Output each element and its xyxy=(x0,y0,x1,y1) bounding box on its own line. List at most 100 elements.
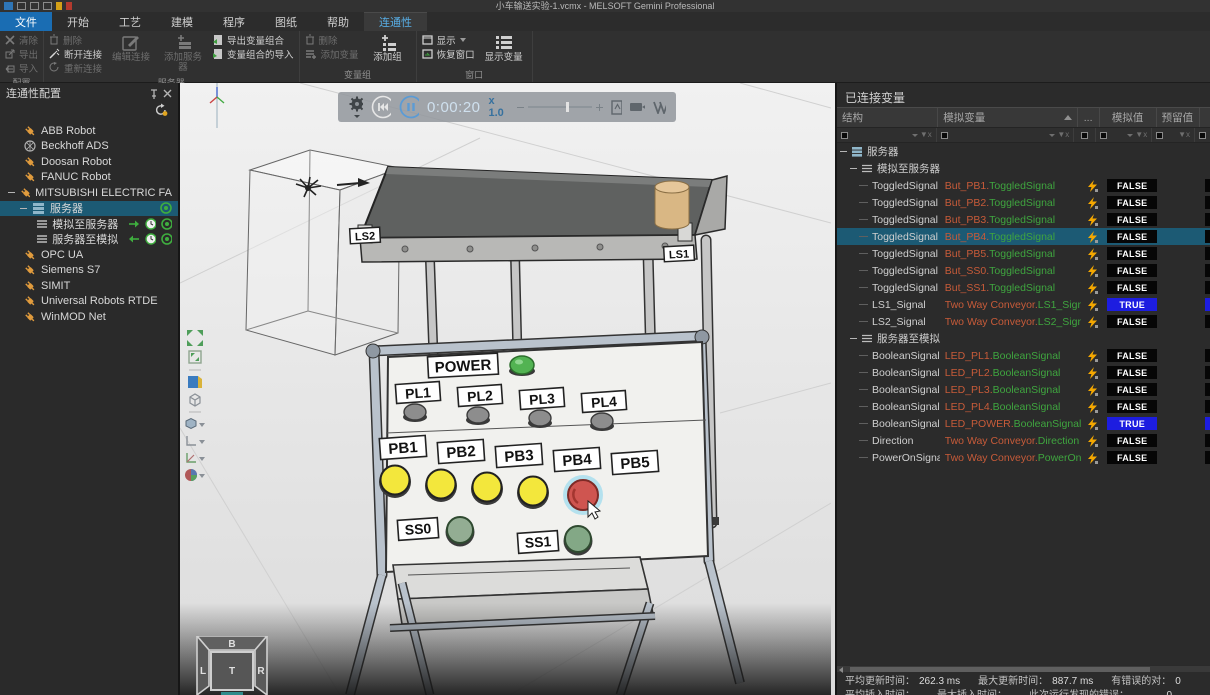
tree-item-server[interactable]: 服务器 xyxy=(0,201,178,217)
collapse-icon[interactable] xyxy=(20,205,27,212)
variable-row[interactable]: PowerOnSignal Two Way Conveyor.PowerOnSi… xyxy=(837,449,1210,466)
import-variable-group-button[interactable]: 变量组合的导入 xyxy=(212,47,294,60)
tree-item-universal-robots-rtde[interactable]: Universal Robots RTDE xyxy=(0,294,178,310)
export-pdf-icon[interactable] xyxy=(611,100,622,115)
restore-window-button[interactable]: 恢复窗口 xyxy=(422,47,475,60)
variable-row[interactable]: ToggledSignal But_SS1.ToggledSignal FALS… xyxy=(837,279,1210,296)
collapse-icon[interactable] xyxy=(850,165,857,172)
collapse-icon[interactable] xyxy=(840,148,847,155)
close-icon[interactable] xyxy=(163,89,172,98)
tab-drawing[interactable]: 图纸 xyxy=(260,12,312,31)
zoom-selected-icon[interactable] xyxy=(187,349,203,365)
export-variable-group-button[interactable]: 导出变量组合 xyxy=(212,33,294,46)
variable-row[interactable]: BooleanSignal LED_PL4.BooleanSignal FALS… xyxy=(837,398,1210,415)
speed-slider-thumb[interactable] xyxy=(566,102,569,112)
filter-dropdown-icon[interactable] xyxy=(1049,134,1055,137)
variable-row[interactable]: Direction Two Way Conveyor.Direction FAL… xyxy=(837,432,1210,449)
server-delete-button[interactable]: 删除 xyxy=(49,33,102,46)
add-group-button[interactable]: 添加组 xyxy=(365,33,411,63)
3d-viewport[interactable]: LS2 LS1 xyxy=(180,83,835,695)
vargroup-delete-button[interactable]: 删除 xyxy=(305,33,359,46)
frame-axis-icon[interactable] xyxy=(184,434,206,448)
variable-row[interactable]: ToggledSignal But_SS0.ToggledSignal FALS… xyxy=(837,262,1210,279)
zoom-fit-icon[interactable] xyxy=(187,330,203,346)
speed-increase-icon[interactable] xyxy=(596,104,603,111)
column-more[interactable]: ... xyxy=(1078,108,1100,127)
tab-process[interactable]: 工艺 xyxy=(104,12,156,31)
reconnect-button[interactable]: 重新连接 xyxy=(49,61,102,74)
tree-item-server-to-sim[interactable]: 服务器至模拟 xyxy=(0,232,178,248)
wireframe-cube-icon[interactable] xyxy=(187,392,203,407)
filter-clear-icon[interactable]: ▼x xyxy=(1178,131,1190,139)
display-button[interactable]: 显示 xyxy=(422,33,475,46)
variable-row[interactable]: ToggledSignal But_PB2.ToggledSignal FALS… xyxy=(837,194,1210,211)
filter-dropdown-icon[interactable] xyxy=(912,134,918,137)
column-structure[interactable]: 结构 xyxy=(837,108,938,127)
variable-row[interactable]: BooleanSignal LED_PL3.BooleanSignal FALS… xyxy=(837,381,1210,398)
tab-program[interactable]: 程序 xyxy=(208,12,260,31)
group-row-server-to-sim[interactable]: 服务器至模拟 xyxy=(837,330,1210,347)
refresh-icon[interactable] xyxy=(154,103,168,117)
filter-sim-value[interactable]: ▼x xyxy=(1096,128,1152,142)
export-button[interactable]: 导出 xyxy=(5,47,38,60)
navcube-back-face[interactable]: B xyxy=(228,639,235,650)
navcube-left-face[interactable]: L xyxy=(200,666,206,677)
column-sim-variable[interactable]: 模拟变量 xyxy=(938,108,1078,127)
tree-item-siemens-s7[interactable]: Siemens S7 xyxy=(0,263,178,279)
variable-row[interactable]: ToggledSignal But_PB5.ToggledSignal FALS… xyxy=(837,245,1210,262)
render-quality-icon[interactable] xyxy=(184,468,206,482)
tree-item-mitsubishi-electric-fa[interactable]: MITSUBISHI ELECTRIC FA xyxy=(0,185,178,201)
tree-item-abb-robot[interactable]: ABB Robot xyxy=(0,123,178,139)
pb3-button[interactable] xyxy=(471,473,503,506)
tab-home[interactable]: 开始 xyxy=(52,12,104,31)
speed-slider-track[interactable] xyxy=(528,106,592,108)
filter-more[interactable] xyxy=(1074,128,1096,142)
add-variable-button[interactable]: 添加变量 xyxy=(305,47,359,60)
column-reserved-value[interactable]: 预留值 xyxy=(1157,108,1200,127)
group-row-sim-to-server[interactable]: 模拟至服务器 xyxy=(837,160,1210,177)
tab-help[interactable]: 帮助 xyxy=(312,12,364,31)
group-row-server[interactable]: 服务器 xyxy=(837,143,1210,160)
ss0-selector[interactable] xyxy=(446,517,475,547)
pin-icon[interactable] xyxy=(149,88,159,99)
pb1-button[interactable] xyxy=(379,466,411,499)
filter-reserved-value[interactable]: ▼x xyxy=(1152,128,1195,142)
variable-row[interactable]: BooleanSignal LED_POWER.BooleanSignal TR… xyxy=(837,415,1210,432)
import-button[interactable]: 导入 xyxy=(5,61,38,74)
tab-connectivity[interactable]: 连通性 xyxy=(364,12,427,31)
variable-row[interactable]: BooleanSignal LED_PL2.BooleanSignal FALS… xyxy=(837,364,1210,381)
rewind-button[interactable] xyxy=(371,95,391,119)
tab-file[interactable]: 文件 xyxy=(0,12,52,31)
column-sim-value[interactable]: 模拟值 xyxy=(1100,108,1157,127)
speed-decrease-icon[interactable] xyxy=(517,104,524,111)
variable-row[interactable]: LS1_Signal Two Way Conveyor.LS1_Signal T… xyxy=(837,296,1210,313)
edit-connection-button[interactable]: 编辑连接 xyxy=(108,33,154,63)
add-server-button[interactable]: 添加服务器 xyxy=(160,33,206,73)
navcube-top-face[interactable]: T xyxy=(229,666,235,677)
cylinder-product[interactable] xyxy=(655,181,689,229)
record-video-icon[interactable] xyxy=(630,101,645,113)
tree-item-fanuc-robot[interactable]: FANUC Robot xyxy=(0,170,178,186)
filter-structure[interactable]: ▼x xyxy=(837,128,937,142)
variable-row[interactable]: ToggledSignal But_PB3.ToggledSignal FALS… xyxy=(837,211,1210,228)
variable-row[interactable]: ToggledSignal But_PB1.ToggledSignal FALS… xyxy=(837,177,1210,194)
collapse-icon[interactable] xyxy=(8,189,15,196)
scroll-left-icon[interactable] xyxy=(839,667,843,673)
variable-row[interactable]: LS2_Signal Two Way Conveyor.LS2_Signal F… xyxy=(837,313,1210,330)
tree-item-opc-ua[interactable]: OPC UA xyxy=(0,247,178,263)
tree-item-doosan-robot[interactable]: Doosan Robot xyxy=(0,154,178,170)
origin-axis-icon[interactable] xyxy=(184,451,206,465)
scrollbar-thumb[interactable] xyxy=(850,667,1150,672)
horizontal-scrollbar[interactable] xyxy=(837,665,1210,672)
filter-clear-icon[interactable]: ▼x xyxy=(1057,131,1069,139)
filter-clear-icon[interactable]: ▼x xyxy=(920,131,932,139)
speed-slider[interactable] xyxy=(517,104,603,111)
navcube-right-face[interactable]: R xyxy=(257,666,265,677)
tree-item-winmod-net[interactable]: WinMOD Net xyxy=(0,309,178,325)
filter-clear-icon[interactable]: ▼x xyxy=(1135,131,1147,139)
ss1-selector[interactable] xyxy=(564,526,593,556)
tree-item-sim-to-server[interactable]: 模拟至服务器 xyxy=(0,216,178,232)
tree-item-simit[interactable]: SIMIT xyxy=(0,278,178,294)
variable-row[interactable]: BooleanSignal LED_PL1.BooleanSignal FALS… xyxy=(837,347,1210,364)
navigation-cube[interactable]: B L T R xyxy=(195,636,269,695)
